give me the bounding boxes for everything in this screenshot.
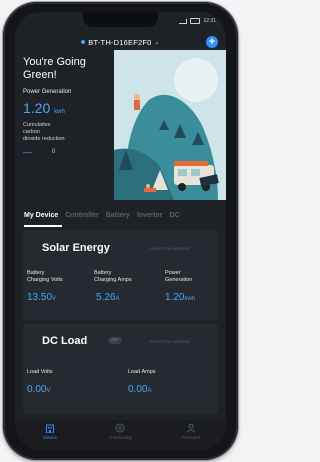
battery-icon bbox=[190, 18, 201, 24]
battery-charging-amps-value: 5.26A bbox=[96, 292, 120, 303]
chevron-down-icon: ⌄ bbox=[193, 246, 197, 251]
camera-notch bbox=[83, 12, 158, 27]
signal-icon bbox=[179, 18, 188, 24]
tab-controller[interactable]: Controller bbox=[65, 212, 98, 226]
power-generation-value: 1.20 kwh bbox=[23, 100, 65, 116]
load-amps-value: 0.00A bbox=[128, 384, 152, 395]
device-name: BT-TH-D16EF2F0 bbox=[88, 37, 152, 47]
load-volts-label: Load Volts bbox=[27, 369, 53, 375]
status-time: 12:31 bbox=[203, 18, 216, 24]
battery-charging-volts-label: Battery Charging Volts bbox=[27, 270, 63, 283]
active-tab-indicator bbox=[24, 225, 62, 227]
bottom-navigation: Device Community Personal bbox=[15, 420, 226, 450]
tab-battery[interactable]: Battery bbox=[106, 212, 130, 226]
load-volts-value: 0.00V bbox=[27, 384, 51, 395]
chevron-down-icon: ⌄ bbox=[193, 339, 197, 344]
device-selector[interactable]: BT-TH-D16EF2F0 ⌄ bbox=[15, 34, 226, 50]
battery-charging-volts-value: 13.50V bbox=[27, 292, 57, 303]
dc-load-card[interactable]: DC Load OFF PWO CTRL INVERSE ⌄ Load Volt… bbox=[23, 324, 218, 414]
nav-personal[interactable]: Personal bbox=[166, 423, 216, 440]
dc-load-mode-tag: PWO CTRL INVERSE ⌄ bbox=[150, 339, 197, 344]
dc-load-toggle[interactable]: OFF bbox=[108, 337, 122, 344]
hero-title: You're Going Green! bbox=[23, 56, 86, 81]
status-bar: 12:31 bbox=[179, 18, 216, 24]
hero-summary: You're Going Green! Power Generation 1.2… bbox=[23, 56, 113, 157]
tab-dc[interactable]: DC bbox=[170, 212, 180, 226]
nav-device[interactable]: Device bbox=[25, 423, 75, 440]
add-device-button[interactable]: + bbox=[206, 36, 218, 48]
solar-energy-title: Solar Energy bbox=[42, 242, 110, 254]
solar-mode-tag: PWO CTRL INVERSE ⌄ bbox=[150, 246, 197, 251]
co2-reduction-label: Cumulative carbon dioxide reduction bbox=[23, 122, 65, 142]
power-generation-metric-value: 1.20kwh bbox=[165, 292, 196, 303]
phone-frame: 12:31 BT-TH-D16EF2F0 ⌄ + You're Going Gr… bbox=[3, 2, 238, 460]
building-icon bbox=[46, 424, 55, 433]
chevron-down-icon: ⌄ bbox=[154, 39, 160, 46]
person-icon bbox=[186, 423, 195, 433]
battery-charging-amps-label: Battery Charging Amps bbox=[94, 270, 132, 283]
community-icon bbox=[115, 423, 125, 433]
nav-community[interactable]: Community bbox=[95, 423, 145, 440]
app-screen: 12:31 BT-TH-D16EF2F0 ⌄ + You're Going Gr… bbox=[15, 12, 226, 450]
co2-reduction-value: — 0 bbox=[23, 147, 56, 157]
bluetooth-dot-icon bbox=[81, 40, 86, 44]
solar-energy-card[interactable]: Solar Energy PWO CTRL INVERSE ⌄ Battery … bbox=[23, 230, 218, 320]
category-tabs: My Device Controller Battery Inverter DC bbox=[15, 212, 226, 226]
green-energy-illustration bbox=[114, 50, 226, 200]
power-generation-label: Power Generation bbox=[23, 89, 72, 95]
tab-inverter[interactable]: Inverter bbox=[137, 212, 163, 226]
tab-my-device[interactable]: My Device bbox=[24, 212, 58, 226]
dc-load-title: DC Load bbox=[42, 335, 88, 347]
power-generation-metric-label: Power Generation bbox=[165, 270, 193, 283]
load-amps-label: Load Amps bbox=[128, 369, 156, 375]
